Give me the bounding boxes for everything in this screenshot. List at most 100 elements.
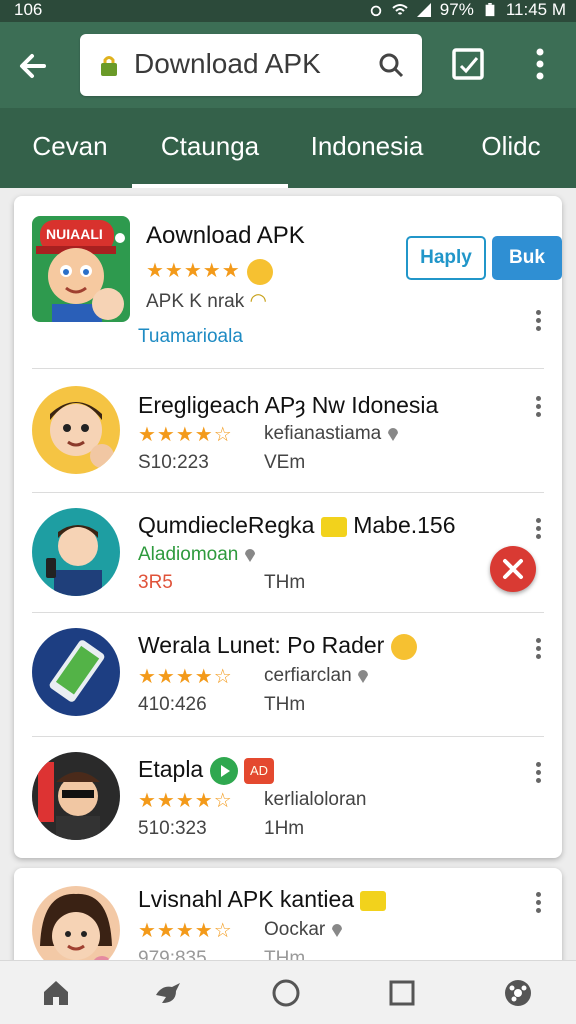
recents-square-icon[interactable] [386, 977, 418, 1009]
app-title: Werala Lunet: Po Rader [138, 632, 417, 660]
settings-icon[interactable] [502, 977, 534, 1009]
app-title-text: Etapla [138, 756, 204, 782]
lock-icon [101, 56, 117, 76]
tab-cevan[interactable]: Cevan [0, 108, 140, 188]
heart-eyes-emoji-icon [247, 258, 274, 285]
app-meta: kefianastiama [264, 423, 399, 445]
home-circle-icon[interactable] [270, 977, 302, 1009]
app-title: Etapla AD [138, 756, 274, 785]
divider [32, 368, 544, 369]
close-button[interactable] [490, 546, 536, 592]
app-more-icon[interactable] [534, 890, 542, 914]
location-pin-icon [357, 669, 368, 683]
bird-icon[interactable] [152, 977, 184, 1009]
app-more-icon[interactable] [534, 636, 542, 660]
yellow-badge-icon [360, 890, 387, 911]
app-rating-stars: ★★★★☆ [138, 920, 233, 942]
divider [32, 492, 544, 493]
featured-app-row[interactable]: NUIAALI Aownload APK ★★★★★ APK K nrak ◠ … [32, 216, 562, 366]
app-meta-text: kefianastiama [264, 423, 382, 444]
app-row[interactable]: Etapla AD ★★★★☆ kerlialoloran 510:323 1H… [32, 752, 544, 852]
app-unit: THm [264, 572, 306, 593]
yellow-badge-icon [320, 516, 347, 537]
status-left-text: 106 [14, 0, 43, 19]
app-icon [32, 752, 120, 840]
app-icon [32, 386, 120, 474]
app-developer-text: Aladiomoan [138, 544, 239, 565]
app-developer[interactable]: Aladiomoan [138, 544, 256, 566]
app-title-text: Lvisnahl APK kantiea [138, 886, 355, 912]
status-time: 11:45 M [505, 0, 566, 19]
status-bar: 106 97% 11:45 M [0, 0, 576, 22]
app-title: Eregligeach APȝ Nw Idonesia [138, 392, 439, 418]
app-meta: kerlialoloran [264, 789, 367, 810]
edit-icon[interactable] [450, 46, 486, 82]
featured-icon-text: NUIAALI [46, 226, 103, 242]
search-input[interactable]: Download APK [134, 48, 321, 80]
tab-indonesia[interactable]: Indonesia [290, 108, 444, 188]
app-meta-text: cerfiarclan [264, 665, 352, 686]
tab-olidc[interactable]: Olidc [446, 108, 576, 188]
location-pin-icon [244, 548, 255, 562]
featured-rating-stars: ★★★★★ [146, 258, 274, 285]
app-row[interactable]: Werala Lunet: Po Rader ★★★★☆ cerfiarclan… [32, 628, 544, 728]
app-list-card: NUIAALI Aownload APK ★★★★★ APK K nrak ◠ … [14, 196, 562, 858]
play-icon [209, 756, 238, 785]
alarm-icon [370, 5, 382, 17]
app-unit: 1Hm [264, 818, 305, 839]
buk-button[interactable]: Buk [492, 236, 562, 280]
app-rating-stars: ★★★★☆ [138, 666, 233, 688]
app-row[interactable]: QumdiecleRegka Mabe.156 Aladiomoan 3R5 T… [32, 508, 544, 608]
app-icon [32, 628, 120, 716]
app-title-text: Werala Lunet: Po Rader [138, 632, 385, 658]
app-title-text: QumdiecleRegka [138, 512, 315, 538]
app-more-icon[interactable] [534, 760, 542, 784]
heart-eyes-emoji-icon [390, 633, 417, 660]
app-unit: THm [264, 694, 306, 715]
featured-app-subtitle: APK K nrak ◠ [146, 288, 267, 313]
app-meta-text: Oockar [264, 919, 326, 940]
wifi-icon [392, 4, 408, 15]
overflow-menu-icon[interactable] [528, 44, 552, 84]
app-unit: VEm [264, 452, 306, 473]
haply-button[interactable]: Haply [406, 236, 486, 280]
banana-icon: ◠ [249, 290, 267, 312]
search-bar[interactable]: Download APK [80, 34, 422, 96]
app-meta: cerfiarclan [264, 665, 369, 687]
location-pin-icon [387, 427, 398, 441]
featured-subtitle-text: APK K nrak [146, 291, 245, 312]
app-title: Lvisnahl APK kantiea [138, 886, 387, 913]
app-size: 510:323 [138, 818, 207, 839]
search-icon[interactable] [378, 52, 404, 78]
featured-stars-text: ★★★★★ [146, 260, 241, 282]
toolbar: Download APK [0, 22, 576, 108]
app-row[interactable]: Eregligeach APȝ Nw Idonesia ★★★★☆ kefian… [32, 386, 544, 486]
app-size: 410:426 [138, 694, 207, 715]
featured-more-icon[interactable] [534, 308, 542, 332]
battery-icon [485, 3, 495, 17]
app-rating-stars: ★★★★☆ [138, 790, 233, 812]
divider [32, 612, 544, 613]
app-size: 3R5 [138, 572, 173, 593]
featured-developer[interactable]: Tuamarioala [138, 326, 243, 348]
bottom-nav-bar [0, 960, 576, 1024]
app-icon [32, 508, 120, 596]
featured-app-icon: NUIAALI [32, 216, 130, 322]
app-version: Mabe.156 [353, 512, 456, 538]
location-pin-icon [331, 923, 342, 937]
tab-bar: Cevan Ctaunga Indonesia Olidc [0, 108, 576, 188]
ad-badge: AD [244, 757, 274, 784]
tab-ctaunga[interactable]: Ctaunga [132, 108, 288, 188]
back-arrow-icon[interactable] [14, 46, 54, 86]
app-title: QumdiecleRegka Mabe.156 [138, 512, 456, 539]
app-size: S10:223 [138, 452, 209, 473]
divider [32, 736, 544, 737]
battery-percent: 97% [439, 0, 474, 19]
app-more-icon[interactable] [534, 394, 542, 418]
featured-app-title: Aownload APK [146, 222, 305, 249]
signal-icon [416, 3, 431, 17]
app-more-icon[interactable] [534, 516, 542, 540]
app-rating-stars: ★★★★☆ [138, 424, 233, 446]
home-icon[interactable] [40, 977, 72, 1009]
close-icon [503, 559, 523, 579]
